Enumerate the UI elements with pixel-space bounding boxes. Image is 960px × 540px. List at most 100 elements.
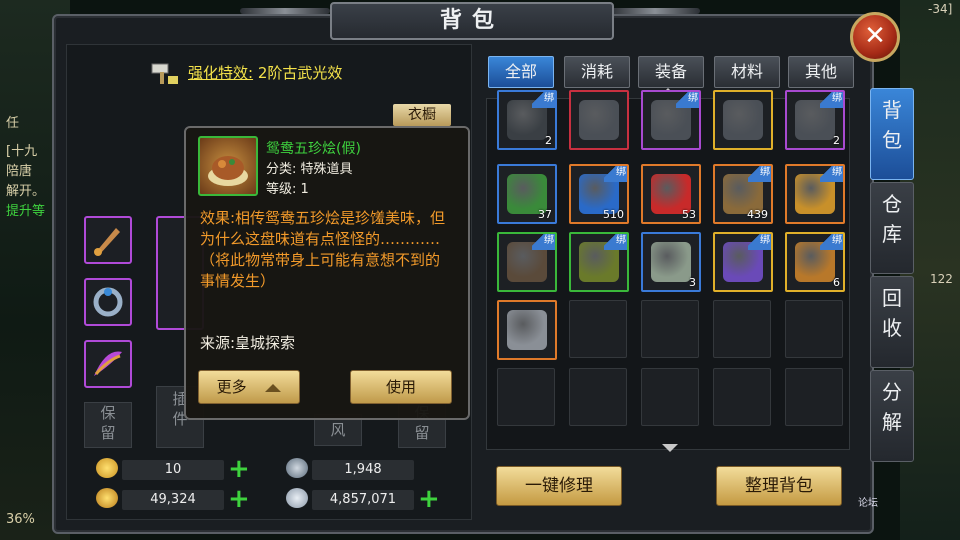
inventory-slot[interactable]: 53	[641, 164, 701, 224]
plus-icon[interactable]: +	[418, 486, 440, 512]
plus-icon[interactable]: +	[228, 456, 250, 482]
blade-icon	[94, 228, 120, 256]
item-icon	[507, 310, 547, 350]
bound-badge: 绑	[820, 166, 843, 182]
window-title: 背包	[439, 8, 504, 33]
item-count: 2	[545, 134, 552, 147]
arrow-down-icon[interactable]	[662, 444, 678, 452]
tab-materials[interactable]: 材料	[714, 56, 780, 88]
sort-bag-button[interactable]: 整理背包	[716, 466, 842, 506]
item-name: 鸳鸯五珍烩(假)	[266, 141, 361, 157]
reserved-slot[interactable]: 保 留	[84, 402, 132, 448]
equip-slot-ring[interactable]	[84, 278, 132, 326]
bound-badge: 绑	[748, 166, 771, 182]
item-count: 439	[747, 208, 768, 221]
more-button[interactable]: 更多	[198, 370, 300, 404]
inventory-slot[interactable]	[785, 368, 843, 426]
tab-other[interactable]: 其他	[788, 56, 854, 88]
inventory-slot[interactable]	[569, 368, 627, 426]
bound-badge: 绑	[532, 92, 555, 108]
inventory-slot[interactable]	[713, 300, 771, 358]
enhance-effect-label[interactable]: 强化特效:	[188, 64, 253, 82]
inventory-slot[interactable]: 绑	[785, 164, 845, 224]
inventory-slot[interactable]: 37	[497, 164, 557, 224]
inventory-slot[interactable]: 绑	[497, 232, 557, 292]
item-icon	[723, 100, 763, 140]
bg-number-text: 122	[930, 272, 953, 286]
bg-quest-text: 任	[6, 116, 20, 131]
wardrobe-button[interactable]: 衣橱	[393, 104, 451, 126]
bound-badge: 绑	[748, 234, 771, 250]
close-button[interactable]: ✕	[850, 12, 900, 62]
inventory-slot[interactable]: 绑2	[785, 90, 845, 150]
bound-badge: 绑	[676, 92, 699, 108]
inventory-slot[interactable]	[785, 300, 843, 358]
bg-quest-text: 解开。	[6, 184, 46, 199]
title-ornament-right	[610, 8, 700, 14]
equip-slot-weapon[interactable]	[84, 216, 132, 264]
more-button-label: 更多	[216, 378, 247, 396]
gold-coin-amount: 49,324	[122, 490, 224, 510]
inventory-slot[interactable]	[569, 300, 627, 358]
gold-ingot-amount: 10	[122, 460, 224, 480]
chevron-up-icon	[265, 383, 282, 392]
window-title-bar: 背包	[330, 2, 614, 40]
inventory-slot[interactable]	[497, 300, 557, 360]
hammer-icon	[151, 63, 178, 84]
inventory-slot[interactable]: 绑	[713, 232, 773, 292]
bound-badge: 绑	[820, 234, 843, 250]
token-icon	[286, 458, 308, 478]
inventory-slot[interactable]: 绑	[569, 232, 629, 292]
item-source: 来源:皇城探索	[200, 334, 296, 352]
close-icon: ✕	[864, 21, 886, 51]
gold-ingot-icon	[96, 458, 118, 478]
enhance-effect-row: 强化特效: 2阶古武光效	[188, 62, 342, 83]
item-count: 6	[833, 276, 840, 289]
feather-icon	[94, 351, 122, 376]
item-category: 分类: 特殊道具	[266, 162, 353, 177]
inventory-slot[interactable]	[713, 368, 771, 426]
item-count: 37	[538, 208, 552, 221]
inventory-slot[interactable]	[713, 90, 773, 150]
side-tab-bag[interactable]: 背 包	[870, 88, 914, 180]
item-icon	[651, 242, 691, 282]
inventory-slot[interactable]	[497, 368, 555, 426]
inventory-slot[interactable]: 绑 439	[713, 164, 773, 224]
item-count: 53	[682, 208, 696, 221]
item-count: 3	[689, 276, 696, 289]
inventory-slot[interactable]: 绑 510	[569, 164, 629, 224]
tab-all[interactable]: 全部	[488, 56, 554, 88]
silver-amount: 4,857,071	[312, 490, 414, 510]
item-level: 等级: 1	[266, 182, 309, 197]
side-tab-warehouse[interactable]: 仓 库	[870, 182, 914, 274]
bg-quest-text: 提升等	[6, 204, 46, 219]
bg-quest-text: [十九	[6, 144, 38, 159]
inventory-slot[interactable]: 绑6	[785, 232, 845, 292]
tab-consumables[interactable]: 消耗	[564, 56, 630, 88]
plus-icon[interactable]: +	[228, 486, 250, 512]
use-button[interactable]: 使用	[350, 370, 452, 404]
inventory-slot[interactable]	[641, 368, 699, 426]
repair-all-button[interactable]: 一键修理	[496, 466, 622, 506]
side-tab-recycle[interactable]: 回 收	[870, 276, 914, 368]
enhance-effect-value: 2阶古武光效	[257, 64, 343, 82]
equip-slot-amulet[interactable]	[84, 340, 132, 388]
silver-icon	[286, 488, 308, 508]
dish-icon	[198, 136, 258, 196]
side-tab-decompose[interactable]: 分 解	[870, 370, 914, 462]
inventory-slot[interactable]: 绑2	[497, 90, 557, 150]
watermark: 论坛	[858, 498, 878, 509]
item-icon	[579, 100, 619, 140]
inventory-slot[interactable]: 3	[641, 232, 701, 292]
item-count: 2	[833, 134, 840, 147]
inventory-slot[interactable]: 绑	[641, 90, 701, 150]
item-description: 效果:相传鸳鸯五珍烩是珍馐美味，但为什么这盘味道有点怪怪的…………（将此物常带身…	[200, 209, 446, 290]
gold-coin-icon	[96, 488, 118, 508]
inventory-slot[interactable]	[569, 90, 629, 150]
bound-badge: 绑	[604, 234, 627, 250]
inventory-slot[interactable]	[641, 300, 699, 358]
tab-equipment[interactable]: 装备	[638, 56, 704, 88]
bg-percent-text: 36%	[6, 512, 35, 527]
token-amount: 1,948	[312, 460, 414, 480]
bound-badge: 绑	[532, 234, 555, 250]
